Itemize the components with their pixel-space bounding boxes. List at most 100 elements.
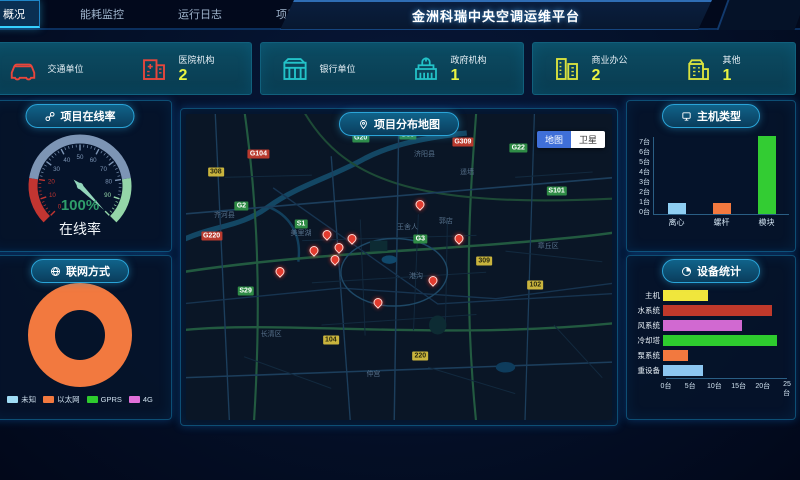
map-canvas[interactable]: 地图 卫星 齐河县济阳县遥墙美里湖王舍人郭店章丘区港沟长清区仲宫G20G35G2…: [186, 114, 612, 420]
stat-item: 商业办公2: [533, 43, 664, 94]
x-tick-label: 25台: [783, 381, 791, 398]
map-header: 项目分布地图: [339, 112, 459, 136]
network-header: 联网方式: [31, 259, 129, 283]
y-tick-label: 7台: [639, 137, 650, 147]
building-icon: [683, 54, 713, 84]
legend-chip: [7, 396, 18, 403]
svg-text:60: 60: [90, 157, 97, 164]
map-place-label: 王舍人: [397, 222, 418, 232]
map-place-label: 郭店: [439, 216, 453, 226]
bar-track: [663, 305, 787, 316]
legend-item[interactable]: 以太网: [43, 394, 80, 405]
stat-card: 银行单位 政府机构1: [260, 42, 524, 95]
chart-row: 风系统: [633, 318, 787, 333]
category-label: 冷却塔: [633, 335, 663, 346]
map-place-label: 长清区: [261, 329, 282, 339]
stat-count: 1: [723, 67, 777, 85]
category-label: 重设备: [633, 365, 663, 376]
svg-text:70: 70: [100, 166, 107, 173]
online-rate-header: 项目在线率: [26, 104, 135, 128]
category-label: 主机: [633, 290, 663, 301]
online-rate-caption: 在线率: [0, 219, 171, 239]
map-place-label: 仲宫: [366, 369, 380, 379]
category-label: 泵系统: [633, 350, 663, 361]
network-donut-chart: [28, 283, 132, 387]
map-view-button[interactable]: 地图: [537, 131, 571, 148]
y-tick-label: 5台: [639, 157, 650, 167]
nav-tab[interactable]: 概况: [0, 0, 40, 28]
road-badge: 220: [412, 351, 428, 360]
map-place-label: 遥墙: [460, 167, 474, 177]
nav-tab[interactable]: 运行日志: [164, 0, 236, 28]
hospital-icon: [139, 54, 169, 84]
stats-row: 交通单位医院机构2银行单位政府机构1商业办公2其他1: [0, 42, 796, 95]
road-badge: 309: [476, 256, 492, 265]
host-type-panel: 主机类型 7台6台5台4台3台2台1台0台 离心螺杆模块: [626, 100, 796, 252]
legend-label: 以太网: [57, 394, 80, 405]
x-axis: 0台5台10台15台20台25台: [666, 378, 787, 390]
bar: [663, 290, 708, 301]
x-tick-label: 螺杆: [714, 217, 730, 228]
legend-chip: [129, 396, 140, 403]
bar: [663, 350, 688, 361]
chart-row: 冷却塔: [633, 333, 787, 348]
main-grid: 项目在线率 0102030405060708090 100% 在线率 联网方式 …: [0, 100, 796, 426]
x-tick-label: 10台: [707, 381, 722, 391]
app-root: 概况能耗监控运行日志项目列表视频监控 金洲科瑞中央空调运维平台 交通单位 医院机构…: [0, 0, 800, 426]
y-tick-label: 2台: [639, 187, 650, 197]
stat-meta: 医院机构2: [179, 53, 233, 85]
bar: [713, 203, 731, 214]
legend-label: 未知: [21, 394, 36, 405]
online-rate-title: 项目在线率: [61, 108, 116, 124]
stat-meta: 交通单位: [48, 62, 102, 76]
legend-item[interactable]: GPRS: [87, 394, 122, 405]
bar-track: [663, 290, 787, 301]
legend-chip: [87, 396, 98, 403]
stat-label: 政府机构: [451, 53, 505, 66]
bar: [758, 136, 776, 214]
bar: [663, 305, 772, 316]
road-badge: S29: [237, 287, 253, 296]
x-tick-label: 15台: [731, 381, 746, 391]
car-icon: [8, 54, 38, 84]
bar-track: [663, 320, 787, 331]
top-nav: 概况能耗监控运行日志项目列表视频监控 金洲科瑞中央空调运维平台: [0, 0, 800, 30]
bar-track: [663, 335, 787, 346]
y-tick-label: 1台: [639, 197, 650, 207]
page-title: 金洲科瑞中央空调运维平台: [412, 6, 580, 25]
bar: [668, 203, 686, 214]
map-pin-icon: [358, 119, 369, 130]
bar-track: [663, 350, 787, 361]
map-place-label: 港沟: [409, 271, 423, 281]
online-rate-value: 100%: [0, 197, 171, 214]
legend-item[interactable]: 未知: [7, 394, 36, 405]
stat-item: 其他1: [664, 43, 795, 94]
stat-meta: 政府机构1: [451, 53, 505, 85]
stat-label: 医院机构: [179, 53, 233, 66]
stat-card: 交通单位 医院机构2: [0, 42, 252, 95]
stat-meta: 银行单位: [320, 62, 374, 76]
road-badge: G104: [248, 149, 269, 158]
header-title-panel: 金洲科瑞中央空调运维平台: [280, 0, 712, 30]
link-icon: [45, 111, 56, 122]
network-legend: 未知 以太网 GPRS 4G: [0, 394, 171, 405]
map-type-control: 地图 卫星: [537, 131, 605, 148]
road-badge: G3: [414, 235, 427, 244]
y-tick-label: 6台: [639, 147, 650, 157]
legend-item[interactable]: 4G: [129, 394, 153, 405]
host-type-chart: 7台6台5台4台3台2台1台0台 离心螺杆模块: [635, 137, 789, 215]
satellite-view-button[interactable]: 卫星: [571, 131, 605, 148]
x-tick-label: 0台: [661, 381, 672, 391]
device-stats-panel: 设备统计 主机水系统风系统冷却塔泵系统重设备0台5台10台15台20台25台: [626, 255, 796, 420]
left-column: 项目在线率 0102030405060708090 100% 在线率 联网方式 …: [0, 100, 172, 426]
road-badge: G22: [510, 143, 527, 152]
category-label: 水系统: [633, 305, 663, 316]
road-badge: G220: [201, 232, 222, 241]
nav-decoration: [717, 0, 800, 30]
stat-count: 2: [592, 67, 646, 85]
nav-tab[interactable]: 能耗监控: [66, 0, 138, 28]
chart-row: 水系统: [633, 303, 787, 318]
stat-item: 医院机构2: [120, 43, 251, 94]
online-rate-panel: 项目在线率 0102030405060708090 100% 在线率: [0, 100, 172, 252]
bar-track: [663, 365, 787, 376]
